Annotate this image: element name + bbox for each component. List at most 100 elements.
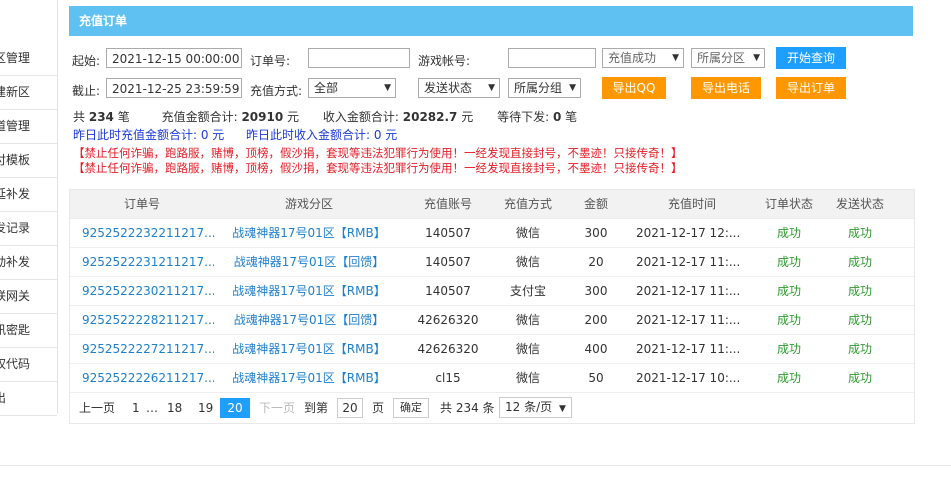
game-account-field[interactable] <box>508 48 596 68</box>
income-total-value: 20282.7 <box>402 110 458 124</box>
sidebar-item-zone-manage[interactable]: 区管理 <box>0 42 57 76</box>
chevron-down-icon: ▼ <box>488 83 495 93</box>
chevron-down-icon: ▼ <box>753 53 760 63</box>
sidebar-item-manual-resend[interactable]: 动补发 <box>0 246 57 280</box>
method-select-value: 全部 <box>314 81 339 95</box>
export-order-button[interactable]: 导出订单 <box>776 77 846 99</box>
warning-text-2: 【禁止任何诈骗，跑路服，赌博，顶榜，假沙捐，套现等违法犯罪行为使用！一经发现直接… <box>73 161 683 175</box>
pending-label: 等待下发: <box>497 110 550 124</box>
method-cell: 微信 <box>515 342 540 356</box>
table-row[interactable]: 9252522227211217... 战魂神器17号01区【RMB】 4262… <box>70 334 914 363</box>
pending-unit: 笔 <box>565 110 578 124</box>
order-status-cell: 成功 <box>776 313 801 327</box>
page-19-link[interactable]: 19 <box>198 393 213 423</box>
col-method[interactable]: 充值方式 <box>492 190 564 218</box>
page-size-select[interactable]: 12 条/页 ▼ <box>499 397 572 418</box>
yesterday-income: 昨日此时收入金额合计: 0 元 <box>246 128 398 142</box>
time-cell: 2021-12-17 11:... <box>636 342 741 356</box>
time-cell: 2021-12-17 11:... <box>636 313 741 327</box>
status-select-value: 充值成功 <box>608 51 657 65</box>
method-cell: 微信 <box>515 255 540 269</box>
sidebar-item-send-records[interactable]: 发记录 <box>0 212 57 246</box>
next-page-link[interactable]: 下一页 <box>259 393 295 423</box>
chevron-down-icon: ▼ <box>672 53 679 63</box>
page-1-link[interactable]: 1 <box>132 393 140 423</box>
sidebar-item-delay-resend[interactable]: 延补发 <box>0 178 57 212</box>
col-order-no[interactable]: 订单号 <box>70 190 214 218</box>
method-cell: 支付宝 <box>509 284 546 298</box>
col-send-status[interactable]: 发送状态 <box>822 190 898 218</box>
order-no-link[interactable]: 9252522231211217... <box>70 248 214 276</box>
table-header: 订单号 游戏分区 充值账号 充值方式 金额 充值时间 订单状态 发送状态 <box>70 190 914 218</box>
search-button[interactable]: 开始查询 <box>776 47 846 69</box>
footer-divider <box>0 465 951 466</box>
sidebar-item-auth-code[interactable]: 权代码 <box>0 348 57 382</box>
sidebar-item-new-zone[interactable]: 建新区 <box>0 76 57 110</box>
income-unit: 元 <box>461 110 474 124</box>
method-cell: 微信 <box>515 313 540 327</box>
zone-cell[interactable]: 战魂神器17号01区【回馈】 <box>214 248 404 276</box>
method-cell: 微信 <box>515 371 540 385</box>
amount-cell: 50 <box>588 371 604 385</box>
orders-table: 订单号 游戏分区 充值账号 充值方式 金额 充值时间 订单状态 发送状态 925… <box>69 189 915 424</box>
col-order-status[interactable]: 订单状态 <box>756 190 822 218</box>
send-status-cell: 成功 <box>847 284 872 298</box>
sidebar-item-secret-key[interactable]: 讯密匙 <box>0 314 57 348</box>
send-status-select[interactable]: 发送状态 ▼ <box>418 78 500 98</box>
chevron-down-icon: ▼ <box>558 404 566 414</box>
table-row[interactable]: 9252522232211217... 战魂神器17号01区【RMB】 1405… <box>70 218 914 247</box>
account-cell: 42626320 <box>417 313 479 327</box>
start-date-field[interactable]: 2021-12-15 00:00:00 <box>106 48 242 68</box>
current-page[interactable]: 20 <box>220 398 250 418</box>
col-account[interactable]: 充值账号 <box>404 190 492 218</box>
sidebar-item-pay-template[interactable]: 付模板 <box>0 144 57 178</box>
zone-select[interactable]: 所属分区 ▼ <box>691 48 765 68</box>
total-count: 234 <box>88 110 114 124</box>
account-cell: cl15 <box>435 371 461 385</box>
end-label: 截止: <box>72 84 101 98</box>
order-no-link[interactable]: 9252522232211217... <box>70 219 214 247</box>
zone-cell[interactable]: 战魂神器17号01区【RMB】 <box>214 277 404 305</box>
order-no-link[interactable]: 9252522228211217... <box>70 306 214 334</box>
order-no-field[interactable] <box>308 48 410 68</box>
end-date-field[interactable]: 2021-12-25 23:59:59 <box>106 78 242 98</box>
pending-value: 0 <box>552 110 562 124</box>
export-phone-button[interactable]: 导出电话 <box>691 77 761 99</box>
table-row[interactable]: 9252522226211217... 战魂神器17号01区【RMB】 cl15… <box>70 363 914 392</box>
col-zone[interactable]: 游戏分区 <box>214 190 404 218</box>
zone-cell[interactable]: 战魂神器17号01区【回馈】 <box>214 306 404 334</box>
order-no-link[interactable]: 9252522226211217... <box>70 364 214 392</box>
order-no-link[interactable]: 9252522230211217... <box>70 277 214 305</box>
table-row[interactable]: 9252522231211217... 战魂神器17号01区【回馈】 14050… <box>70 247 914 276</box>
method-select[interactable]: 全部 ▼ <box>308 78 396 98</box>
export-qq-button[interactable]: 导出QQ <box>602 77 666 99</box>
method-cell: 微信 <box>515 226 540 240</box>
start-label: 起始: <box>72 54 101 68</box>
method-label: 充值方式: <box>250 84 303 98</box>
prev-page-link[interactable]: 上一页 <box>79 393 115 423</box>
goto-confirm-button[interactable]: 确定 <box>393 398 429 418</box>
chevron-down-icon: ▼ <box>569 83 576 93</box>
table-row[interactable]: 9252522228211217... 战魂神器17号01区【回馈】 42626… <box>70 305 914 334</box>
warning-text-1: 【禁止任何诈骗，跑路服，赌博，顶榜，假沙捐，套现等违法犯罪行为使用！一经发现直接… <box>73 146 683 160</box>
status-select[interactable]: 充值成功 ▼ <box>602 48 684 68</box>
sidebar-item-gateway[interactable]: 联网关 <box>0 280 57 314</box>
sidebar-item-channel-manage[interactable]: 道管理 <box>0 110 57 144</box>
goto-page-input[interactable]: 20 <box>337 398 363 418</box>
table-row[interactable]: 9252522230211217... 战魂神器17号01区【RMB】 1405… <box>70 276 914 305</box>
page-18-link[interactable]: 18 <box>167 393 182 423</box>
amount-cell: 20 <box>588 255 604 269</box>
order-no-link[interactable]: 9252522227211217... <box>70 335 214 363</box>
order-status-cell: 成功 <box>776 342 801 356</box>
order-status-cell: 成功 <box>776 371 801 385</box>
time-cell: 2021-12-17 10:... <box>636 371 741 385</box>
sidebar-item-logout[interactable]: 出 <box>0 382 57 416</box>
col-time[interactable]: 充值时间 <box>628 190 756 218</box>
col-amount[interactable]: 金额 <box>564 190 628 218</box>
goto-label: 到第 <box>304 401 329 415</box>
zone-cell[interactable]: 战魂神器17号01区【RMB】 <box>214 219 404 247</box>
zone-cell[interactable]: 战魂神器17号01区【RMB】 <box>214 364 404 392</box>
group-select[interactable]: 所属分组 ▼ <box>508 78 581 98</box>
zone-cell[interactable]: 战魂神器17号01区【RMB】 <box>214 335 404 363</box>
time-cell: 2021-12-17 12:... <box>636 226 741 240</box>
